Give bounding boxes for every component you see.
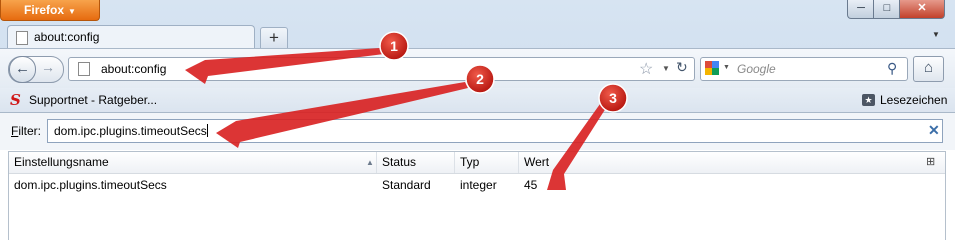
- close-button[interactable]: ✕: [899, 0, 945, 19]
- history-dropdown-icon[interactable]: ▼: [662, 64, 670, 73]
- minimize-button[interactable]: ─: [847, 0, 875, 19]
- bookmark-star-icon[interactable]: ☆: [639, 59, 653, 79]
- column-header-type[interactable]: Typ: [455, 152, 519, 173]
- back-button[interactable]: ←: [9, 56, 36, 83]
- dropdown-arrow-icon: ▼: [68, 7, 76, 16]
- url-bar[interactable]: about:config ☆ ▼ ↻: [68, 57, 695, 81]
- tab-strip: about:config + ▼: [0, 22, 955, 49]
- filter-input[interactable]: dom.ipc.plugins.timeoutSecs ✕: [47, 119, 943, 143]
- clear-filter-icon[interactable]: ✕: [928, 122, 940, 139]
- value-cell: 45: [524, 178, 538, 192]
- search-placeholder: Google: [737, 62, 776, 76]
- filter-value-text: dom.ipc.plugins.timeoutSecs: [54, 124, 207, 138]
- filter-row: Filter: dom.ipc.plugins.timeoutSecs ✕: [0, 113, 955, 150]
- back-forward-group: ← →: [8, 56, 64, 83]
- home-icon: ⌂: [923, 59, 934, 76]
- navigation-toolbar: ← → about:config ☆ ▼ ↻ ▼ Google ⚲ ⌂: [0, 48, 955, 88]
- about-config-page: Filter: dom.ipc.plugins.timeoutSecs ✕ Ei…: [0, 113, 955, 240]
- google-engine-icon[interactable]: [705, 61, 719, 75]
- maximize-button[interactable]: □: [873, 0, 901, 19]
- bookmarks-toolbar: S Supportnet - Ratgeber... ★ Lesezeichen: [0, 88, 955, 113]
- page-icon: [78, 62, 90, 76]
- url-text: about:config: [101, 62, 167, 76]
- title-bar: Firefox ▼ ─ □ ✕: [0, 0, 955, 22]
- browser-window: Firefox ▼ ─ □ ✕ about:config + ▼ ← → abou…: [0, 0, 955, 240]
- firefox-button-label: Firefox: [24, 3, 65, 17]
- reload-icon[interactable]: ↻: [676, 59, 688, 76]
- filter-value: dom.ipc.plugins.timeoutSecs: [54, 124, 208, 138]
- name-cell: dom.ipc.plugins.timeoutSecs: [14, 178, 167, 192]
- column-header-name[interactable]: Einstellungsname: [9, 152, 377, 173]
- search-bar[interactable]: ▼ Google ⚲: [700, 57, 908, 81]
- new-tab-button[interactable]: +: [260, 27, 288, 49]
- search-icon[interactable]: ⚲: [887, 60, 897, 77]
- page-icon: [16, 31, 28, 45]
- column-header-value-label: Wert: [524, 155, 550, 169]
- type-cell: integer: [460, 178, 497, 192]
- bookmarks-menu-button[interactable]: Lesezeichen: [880, 93, 947, 107]
- bookmarks-menu-icon: ★: [862, 94, 875, 106]
- home-button[interactable]: ⌂: [913, 56, 944, 82]
- status-cell: Standard: [382, 178, 431, 192]
- tab-list-arrow-icon[interactable]: ▼: [932, 30, 940, 39]
- forward-button[interactable]: →: [41, 59, 55, 75]
- firefox-menu-button[interactable]: Firefox ▼: [0, 0, 100, 21]
- sort-ascending-icon: ▲: [366, 158, 374, 167]
- column-header-status-label: Status: [382, 155, 417, 169]
- column-header-status[interactable]: Status: [377, 152, 455, 173]
- tab-about-config[interactable]: about:config: [7, 25, 255, 49]
- engine-dropdown-icon[interactable]: ▼: [723, 64, 730, 71]
- column-header-name-label: Einstellungsname: [14, 155, 109, 169]
- table-row[interactable]: dom.ipc.plugins.timeoutSecs Standard int…: [9, 174, 945, 196]
- tab-label: about:config: [34, 30, 100, 44]
- supportnet-s-icon: S: [10, 91, 21, 109]
- preferences-table: Einstellungsname ▲ Status Typ Wert ⊞ dom…: [8, 151, 946, 240]
- table-header: Einstellungsname ▲ Status Typ Wert ⊞: [9, 152, 945, 174]
- text-caret: [206, 124, 208, 137]
- bookmark-item-supportnet[interactable]: Supportnet - Ratgeber...: [29, 93, 157, 107]
- column-header-value[interactable]: Wert: [519, 152, 919, 173]
- filter-label: Filter:: [11, 124, 41, 138]
- column-picker-icon[interactable]: ⊞: [926, 152, 935, 173]
- filter-label-text: ilter:: [18, 124, 42, 138]
- column-header-type-label: Typ: [460, 155, 480, 169]
